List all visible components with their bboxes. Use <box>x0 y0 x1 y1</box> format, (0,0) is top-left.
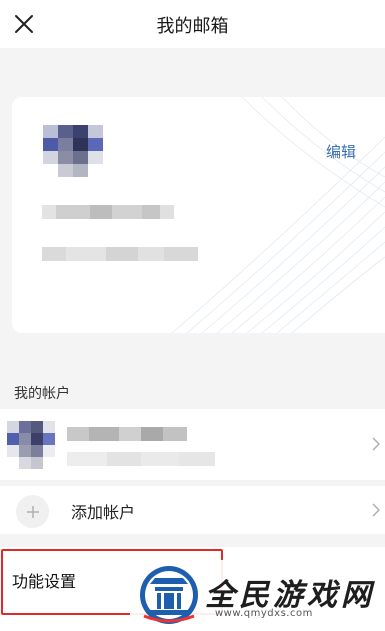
accounts-section-label: 我的帐户 <box>14 386 70 402</box>
add-icon <box>16 495 49 528</box>
page-title: 我的邮箱 <box>156 16 229 37</box>
account-avatar <box>7 421 55 469</box>
watermark-logo-icon <box>140 566 198 624</box>
settings-label: 功能设置 <box>12 572 77 591</box>
avatar <box>43 125 103 177</box>
edit-button[interactable]: 编辑 <box>326 141 356 162</box>
watermark-url: www.qmydxs.com <box>215 608 313 619</box>
chevron-right-icon <box>372 503 381 517</box>
account-name-redacted <box>67 427 187 441</box>
top-bar: 我的邮箱 <box>0 0 385 48</box>
add-account-label: 添加帐户 <box>71 503 136 522</box>
profile-name-redacted <box>42 205 174 219</box>
chevron-right-icon <box>372 437 381 451</box>
profile-card: 编辑 <box>12 97 385 333</box>
profile-email-redacted <box>42 247 198 261</box>
account-item[interactable] <box>0 409 385 480</box>
add-account-row[interactable]: 添加帐户 <box>0 486 385 534</box>
account-email-redacted <box>67 452 215 466</box>
